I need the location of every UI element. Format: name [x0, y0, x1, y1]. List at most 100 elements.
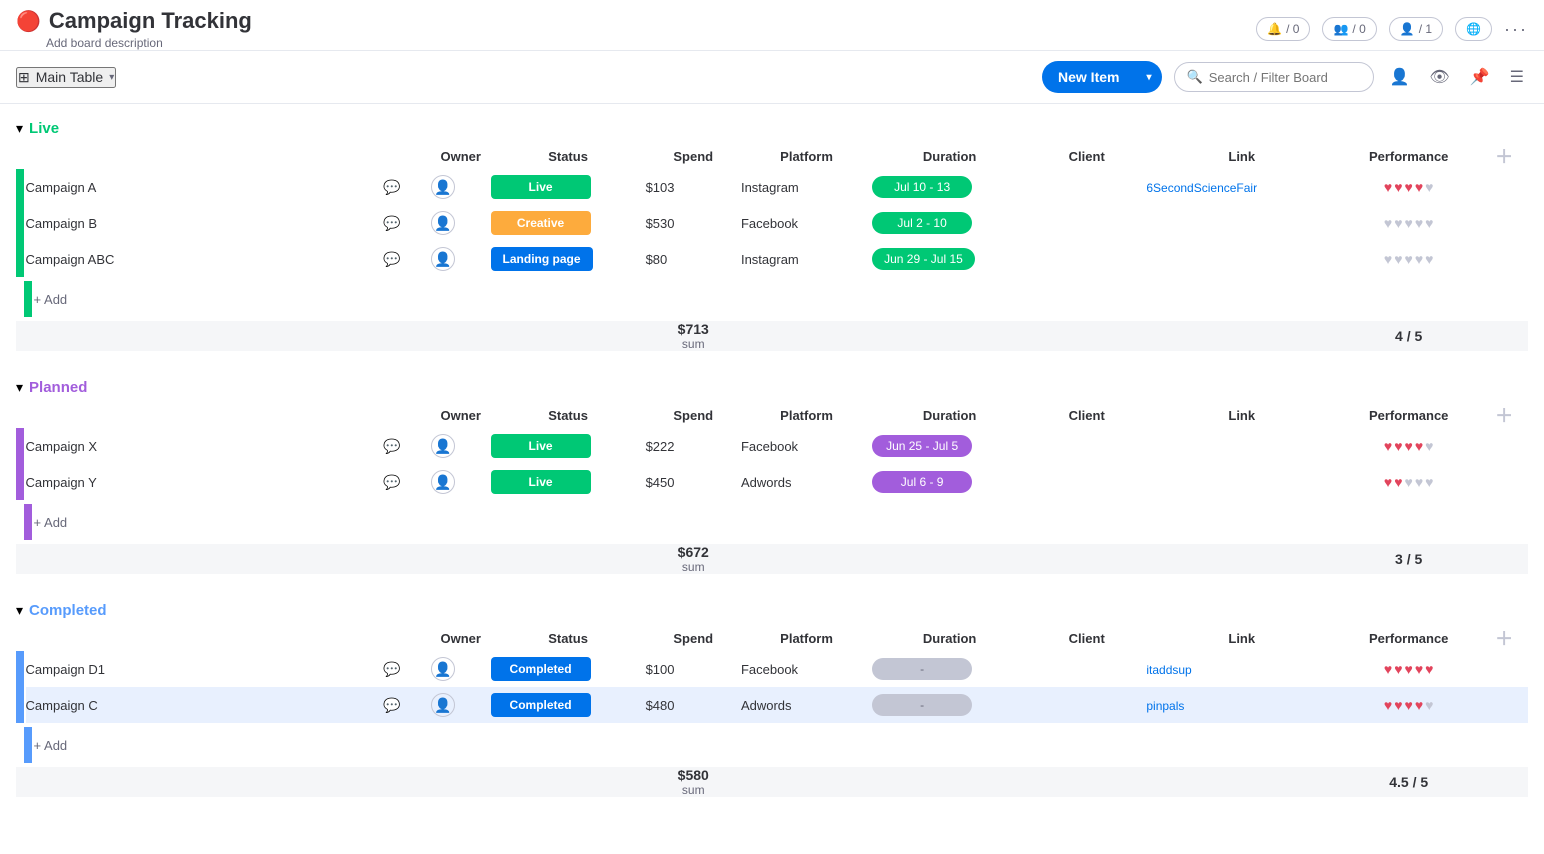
link-cell[interactable]: pinpals	[1146, 687, 1337, 723]
chat-cell[interactable]: 💬	[383, 169, 431, 205]
status-cell[interactable]: Completed	[491, 687, 646, 723]
link-cell[interactable]: itaddsup	[1146, 651, 1337, 687]
duration-cell[interactable]: Jun 29 - Jul 15	[872, 241, 1027, 277]
owner-cell[interactable]: 👤	[431, 169, 491, 205]
chat-icon[interactable]: 💬	[383, 697, 400, 713]
status-cell[interactable]: Landing page	[491, 241, 646, 277]
add-item-label[interactable]: + Add	[26, 277, 1528, 321]
more-options-button[interactable]: ···	[1504, 19, 1528, 40]
avatar[interactable]: 👤	[431, 175, 455, 199]
link-cell[interactable]	[1146, 205, 1337, 241]
duration-badge[interactable]: Jul 6 - 9	[872, 471, 972, 493]
group-title-planned[interactable]: Planned	[29, 379, 87, 396]
owner-cell[interactable]: 👤	[431, 205, 491, 241]
chat-icon[interactable]: 💬	[383, 179, 400, 195]
status-badge[interactable]: Creative	[491, 211, 591, 235]
duration-badge[interactable]: -	[872, 694, 972, 716]
search-box[interactable]: 🔍	[1174, 62, 1374, 92]
invite-button[interactable]: 🌐	[1455, 17, 1492, 41]
duration-badge[interactable]: Jun 25 - Jul 5	[872, 435, 972, 457]
add-item-row[interactable]: + Add	[16, 500, 1528, 544]
status-badge[interactable]: Live	[491, 434, 591, 458]
chat-cell[interactable]: 💬	[383, 464, 431, 500]
link-value[interactable]: 6SecondScienceFair	[1146, 181, 1257, 195]
person-filter-button[interactable]: 👤	[1386, 63, 1414, 91]
chat-cell[interactable]: 💬	[383, 428, 431, 464]
avatar[interactable]: 👤	[431, 434, 455, 458]
status-cell[interactable]: Completed	[491, 651, 646, 687]
status-badge[interactable]: Live	[491, 175, 591, 199]
col-add-header[interactable]: ＋	[1480, 625, 1528, 651]
duration-badge[interactable]: -	[872, 658, 972, 680]
owner-cell[interactable]: 👤	[431, 687, 491, 723]
duration-cell[interactable]: Jul 10 - 13	[872, 169, 1027, 205]
chat-icon[interactable]: 💬	[383, 661, 400, 677]
avatar[interactable]: 👤	[431, 470, 455, 494]
share-button[interactable]: 👥 / 0	[1322, 17, 1376, 41]
status-badge[interactable]: Completed	[491, 657, 591, 681]
owner-cell[interactable]: 👤	[431, 464, 491, 500]
avatar[interactable]: 👤	[431, 693, 455, 717]
link-cell[interactable]	[1146, 464, 1337, 500]
col-add-header[interactable]: ＋	[1480, 143, 1528, 169]
add-item-row[interactable]: + Add	[16, 723, 1528, 767]
eye-button[interactable]: 👁	[1425, 63, 1453, 91]
group-toggle-completed[interactable]: ▾	[16, 602, 23, 619]
avatar[interactable]: 👤	[431, 211, 455, 235]
status-badge[interactable]: Live	[491, 470, 591, 494]
duration-badge[interactable]: Jul 10 - 13	[872, 176, 972, 198]
avatar[interactable]: 👤	[431, 247, 455, 271]
new-item-button[interactable]: New Item ▾	[1042, 61, 1162, 93]
add-item-label[interactable]: + Add	[26, 500, 1528, 544]
chat-icon[interactable]: 💬	[383, 215, 400, 231]
group-title-live[interactable]: Live	[29, 120, 59, 137]
link-value[interactable]: itaddsup	[1146, 663, 1191, 677]
link-value[interactable]: pinpals	[1146, 699, 1184, 713]
link-cell[interactable]	[1146, 428, 1337, 464]
owner-cell[interactable]: 👤	[431, 651, 491, 687]
status-cell[interactable]: Live	[491, 169, 646, 205]
main-table-button[interactable]: ⊞ Main Table ▾	[16, 67, 116, 88]
status-badge[interactable]: Landing page	[491, 247, 593, 271]
status-cell[interactable]: Live	[491, 464, 646, 500]
duration-cell[interactable]: -	[872, 687, 1027, 723]
status-cell[interactable]: Live	[491, 428, 646, 464]
duration-badge[interactable]: Jun 29 - Jul 15	[872, 248, 975, 270]
duration-cell[interactable]: Jun 25 - Jul 5	[872, 428, 1027, 464]
add-item-row[interactable]: + Add	[16, 277, 1528, 321]
chat-cell[interactable]: 💬	[383, 241, 431, 277]
status-cell[interactable]: Creative	[491, 205, 646, 241]
group-toggle-planned[interactable]: ▾	[16, 379, 23, 396]
duration-cell[interactable]: Jul 2 - 10	[872, 205, 1027, 241]
users-button[interactable]: 👤 / 1	[1389, 17, 1443, 41]
notifications-button[interactable]: 🔔 / 0	[1256, 17, 1310, 41]
avatar[interactable]: 👤	[431, 657, 455, 681]
chat-cell[interactable]: 💬	[383, 205, 431, 241]
status-badge[interactable]: Completed	[491, 693, 591, 717]
owner-cell[interactable]: 👤	[431, 241, 491, 277]
group-title-completed[interactable]: Completed	[29, 602, 107, 619]
add-item-label[interactable]: + Add	[26, 723, 1528, 767]
col-add-header[interactable]: ＋	[1480, 402, 1528, 428]
chat-cell[interactable]: 💬	[383, 651, 431, 687]
add-column-button[interactable]: ＋	[1495, 402, 1513, 428]
chat-icon[interactable]: 💬	[383, 251, 400, 267]
chat-icon[interactable]: 💬	[383, 438, 400, 454]
filter-button[interactable]: ☰	[1506, 63, 1528, 91]
board-description[interactable]: Add board description	[46, 36, 252, 50]
add-column-button[interactable]: ＋	[1495, 143, 1513, 169]
group-toggle-live[interactable]: ▾	[16, 120, 23, 137]
pin-button[interactable]: 📌	[1466, 63, 1494, 91]
new-item-dropdown-arrow[interactable]: ▾	[1136, 64, 1161, 91]
owner-cell[interactable]: 👤	[431, 428, 491, 464]
link-cell[interactable]: 6SecondScienceFair	[1146, 169, 1337, 205]
duration-cell[interactable]: -	[872, 651, 1027, 687]
chat-icon[interactable]: 💬	[383, 474, 400, 490]
search-input[interactable]	[1209, 70, 1349, 85]
add-column-button[interactable]: ＋	[1495, 625, 1513, 651]
duration-badge[interactable]: Jul 2 - 10	[872, 212, 972, 234]
chat-cell[interactable]: 💬	[383, 687, 431, 723]
link-cell[interactable]	[1146, 241, 1337, 277]
sum-name	[26, 767, 384, 797]
duration-cell[interactable]: Jul 6 - 9	[872, 464, 1027, 500]
